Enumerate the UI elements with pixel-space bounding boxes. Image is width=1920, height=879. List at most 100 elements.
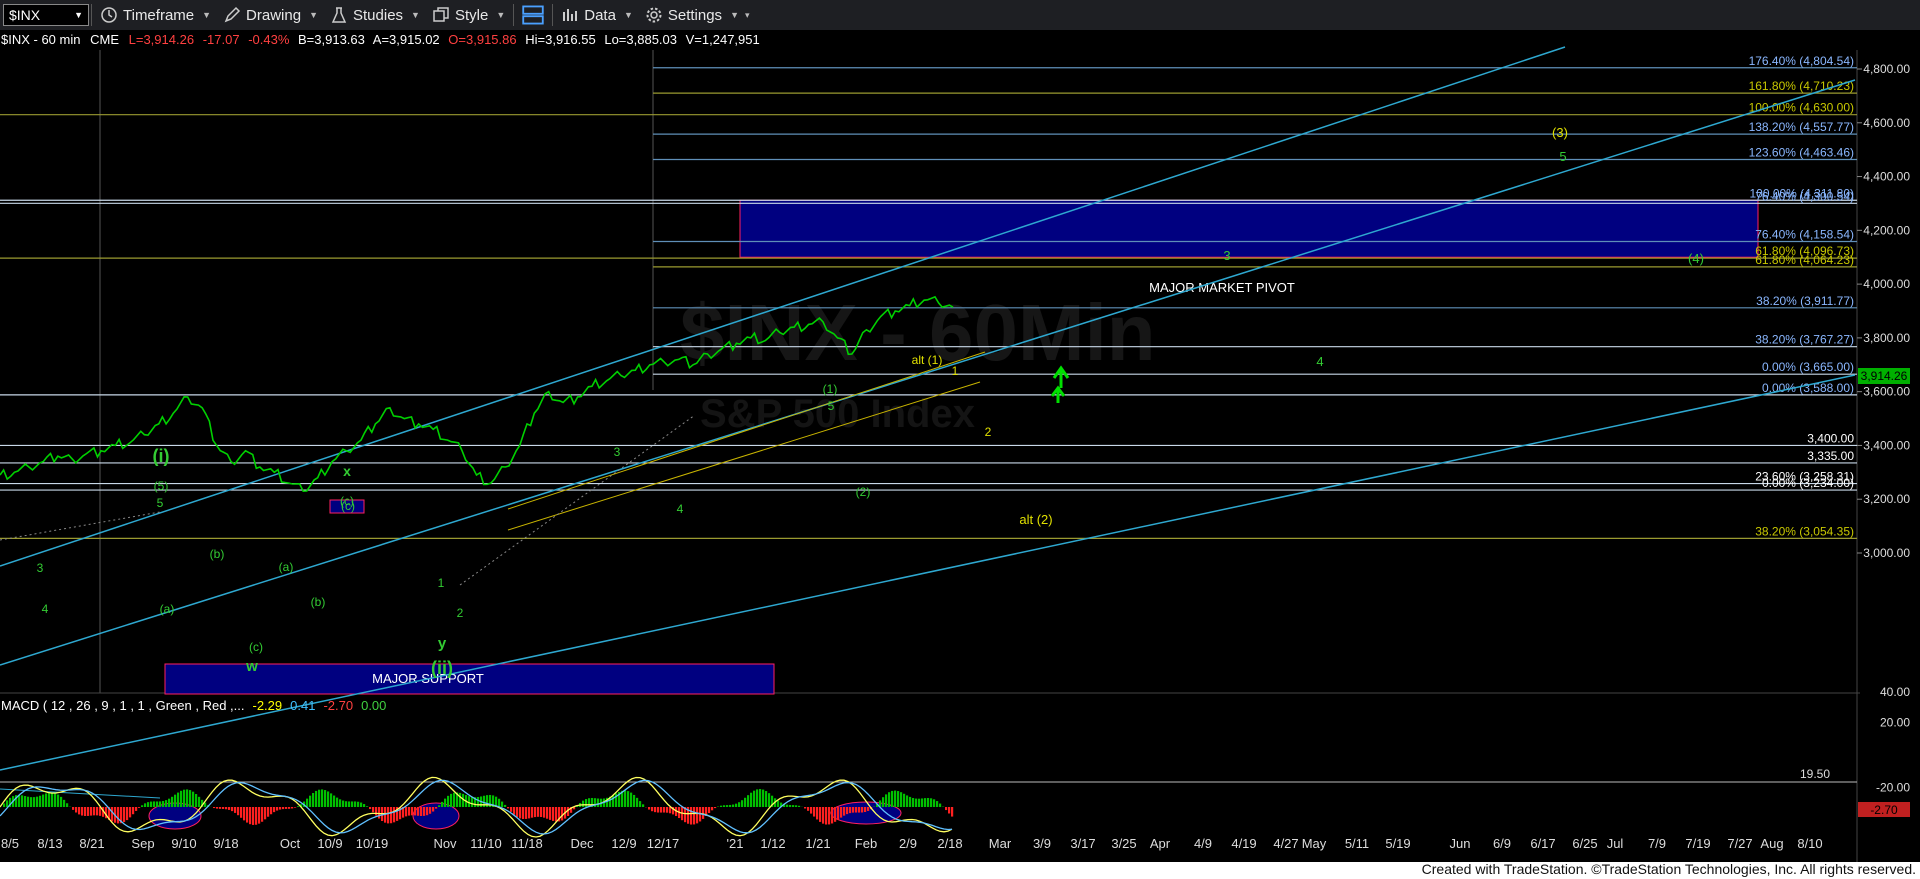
macd-tick-label: 40.00	[1880, 685, 1910, 699]
current-price-label: 3,914.26	[1861, 369, 1908, 383]
macd-histogram-bar	[297, 806, 300, 807]
macd-histogram-bar	[900, 792, 903, 807]
drawing-menu[interactable]: Drawing ▼	[217, 0, 324, 30]
price-tick-label: 4,600.00	[1863, 116, 1910, 130]
macd-histogram-bar	[918, 798, 921, 807]
style-icon	[433, 7, 449, 22]
layout-button[interactable]	[516, 0, 550, 30]
macd-histogram-bar	[3, 803, 6, 807]
wave-label: (b)	[311, 595, 326, 609]
macd-histogram-bar	[93, 807, 96, 816]
macd-histogram-bar	[39, 795, 42, 807]
macd-histogram-bar	[180, 790, 183, 807]
macd-histogram-bar	[501, 801, 504, 807]
macd-histogram-bar	[636, 797, 639, 807]
macd-histogram-bar	[261, 807, 264, 822]
macd-histogram-bar	[366, 806, 369, 807]
macd-histogram-bar	[753, 790, 756, 807]
macd-histogram-bar	[216, 807, 219, 809]
date-tick-label: Dec	[570, 836, 594, 851]
wave-label: 5	[157, 496, 164, 510]
symbol-selector[interactable]: $INX ▼	[3, 4, 89, 26]
wave-label: (4)	[1688, 251, 1704, 266]
macd-histogram-bar	[756, 789, 759, 807]
macd-histogram-bar	[513, 807, 516, 815]
macd-histogram-bar	[585, 799, 588, 807]
wave-label: (2)	[856, 485, 871, 499]
chart-toolbar: $INX ▼ Timeframe ▼ Drawing ▼ Studies ▼ Styl…	[0, 0, 1920, 31]
date-tick-label: 8/5	[1, 836, 19, 851]
macd-histogram-bar	[213, 807, 216, 809]
header-info: $INX - 60 min CME L=3,914.26 -17.07 -0.4…	[1, 32, 760, 47]
macd-histogram-bar	[852, 807, 855, 813]
macd-histogram-bar	[438, 805, 441, 807]
studies-menu[interactable]: Studies ▼	[324, 0, 426, 30]
wave-label: 1	[952, 364, 959, 378]
macd-histogram-bar	[510, 807, 513, 812]
macd-histogram-bar	[249, 807, 252, 825]
fib-level-label: 161.80% (4,710.23)	[1749, 79, 1854, 93]
macd-level-label: 19.50	[1800, 767, 1830, 781]
macd-histogram-bar	[702, 807, 705, 819]
macd-histogram-bar	[732, 804, 735, 807]
macd-histogram-bar	[33, 797, 36, 807]
macd-histogram-bar	[840, 807, 843, 818]
macd-histogram-bar	[624, 790, 627, 807]
macd-histogram-bar	[825, 807, 828, 825]
header-symbol: $INX - 60 min	[1, 32, 80, 47]
macd-histogram-bar	[273, 807, 276, 813]
date-tick-label: 9/10	[171, 836, 196, 851]
macd-histogram-bar	[285, 807, 288, 809]
caret-icon: ▼	[496, 10, 506, 20]
macd-histogram-bar	[390, 807, 393, 824]
macd-histogram-bar	[522, 807, 525, 820]
timeframe-menu[interactable]: Timeframe ▼	[94, 0, 217, 30]
header-volume: V=1,247,951	[686, 32, 760, 47]
macd-histogram-bar	[897, 791, 900, 807]
macd-histogram-bar	[387, 807, 390, 824]
settings-label: Settings	[667, 6, 723, 24]
macd-histogram-bar	[597, 798, 600, 807]
macd-histogram-bar	[255, 807, 258, 825]
fib-level-label: 0.00% (3,588.00)	[1762, 381, 1854, 395]
date-tick-label: 11/10	[470, 836, 502, 851]
macd-histogram-bar	[768, 793, 771, 807]
price-tick-label: 4,400.00	[1863, 170, 1910, 184]
macd-histogram-bar	[525, 807, 528, 819]
data-menu[interactable]: Data ▼	[555, 0, 639, 30]
header-pct: -0.43%	[248, 32, 290, 47]
price-tick-label: 3,200.00	[1863, 492, 1910, 506]
macd-histogram-bar	[894, 790, 897, 807]
macd-histogram-bar	[534, 807, 537, 818]
fib-level-label: 76.40% (4,158.54)	[1755, 227, 1854, 241]
macd-histogram-bar	[810, 807, 813, 814]
macd-histogram-bar	[330, 793, 333, 807]
wave-label: 5	[1559, 149, 1566, 164]
macd-histogram-bar	[141, 805, 144, 807]
macd-histogram-bar	[726, 805, 729, 807]
wave-label: 4	[42, 602, 49, 616]
style-menu[interactable]: Style ▼	[426, 0, 511, 30]
price-chart[interactable]: $INX - 60 min CME L=3,914.26 -17.07 -0.4…	[0, 30, 1920, 862]
macd-histogram-bar	[444, 798, 447, 807]
macd-histogram-bar	[546, 807, 549, 819]
macd-histogram-bar	[24, 796, 27, 807]
drawing-label: Drawing	[246, 6, 302, 24]
date-tick-label: 3/25	[1111, 836, 1136, 851]
macd-histogram-bar	[75, 807, 78, 813]
macd-current-label: -2.70	[1870, 803, 1898, 817]
macd-histogram-bar	[57, 794, 60, 807]
settings-menu[interactable]: Settings ▼ ▾	[639, 0, 756, 30]
macd-histogram-bar	[318, 789, 321, 807]
macd-histogram-bar	[504, 804, 507, 807]
date-tick-label: Oct	[280, 836, 301, 851]
macd-histogram-bar	[549, 807, 552, 820]
fib-level-label: 76.40% (4,300.54)	[1755, 189, 1854, 203]
macd-histogram-bar	[360, 802, 363, 807]
macd-histogram-bar	[405, 807, 408, 817]
macd-histogram-bar	[813, 807, 816, 817]
current-price-tag: 3,914.26	[1858, 368, 1910, 384]
date-tick-label: 4/9	[1194, 836, 1212, 851]
macd-histogram-bar	[129, 807, 132, 818]
macd-histogram-bar	[36, 796, 39, 807]
